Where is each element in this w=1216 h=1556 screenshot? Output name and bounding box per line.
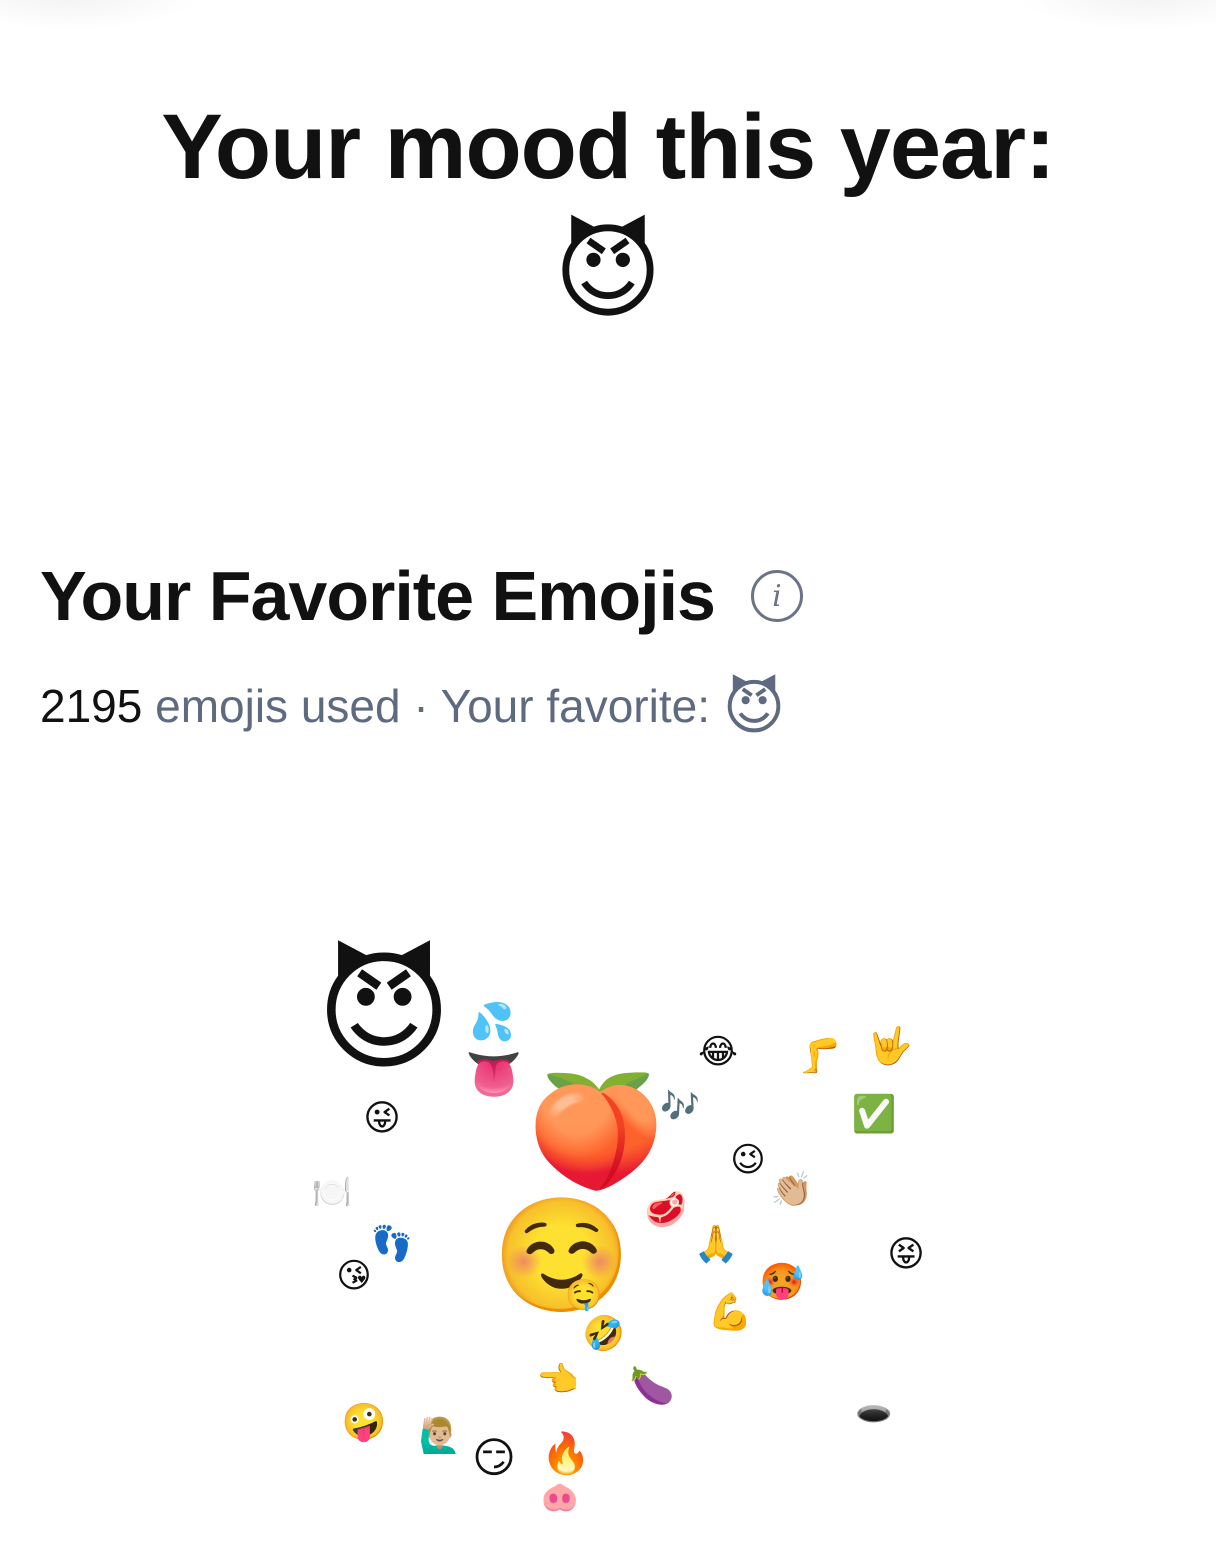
cloud-emoji: 🍑 [527, 1070, 665, 1193]
cloud-emoji: 🐽 [541, 1481, 579, 1514]
cloud-emoji: 🎶 [660, 1088, 700, 1124]
cloud-emoji: 💪 [707, 1291, 753, 1332]
cloud-emoji: 💦 [469, 1001, 515, 1042]
cloud-emoji: 🦵 [798, 1037, 842, 1075]
cloud-emoji: 😝 [887, 1233, 925, 1274]
cloud-emoji: 🥩 [644, 1191, 688, 1229]
cloud-emoji: 👣 [370, 1225, 414, 1263]
cloud-emoji: 👅 [465, 1048, 523, 1100]
cloud-emoji: 👏🏼 [770, 1171, 814, 1209]
cloud-emoji: 🕳️ [855, 1393, 893, 1426]
cloud-emoji: 😂 [698, 1033, 738, 1071]
emoji-cloud: 😈 💦 👅 😂 🦵 🤟 🍑 🎶 ✅ 😜 😉 👏🏼 🍽️ 🥩 👣 ☺️ 🤤 🙏 😝… [0, 0, 1216, 1556]
cloud-emoji: 🤣 [582, 1315, 626, 1353]
cloud-emoji: ✅ [851, 1093, 897, 1134]
cloud-emoji: 😜 [363, 1097, 401, 1138]
cloud-emoji: 🍽️ [312, 1174, 352, 1210]
cloud-emoji: 🔥 [541, 1432, 591, 1476]
cloud-emoji: 🥵 [759, 1261, 805, 1302]
cloud-emoji: 😘 [336, 1257, 372, 1295]
cloud-emoji: 🤪 [341, 1401, 387, 1442]
cloud-emoji: 😏 [472, 1434, 516, 1481]
cloud-emoji: 😉 [730, 1141, 766, 1179]
cloud-emoji: 🙏 [693, 1223, 739, 1264]
cloud-emoji: 🤟 [867, 1025, 913, 1066]
cloud-emoji: 👈 [536, 1361, 580, 1399]
cloud-emoji: 😈 [316, 939, 452, 1085]
cloud-emoji: ☺️ [492, 1193, 632, 1318]
cloud-emoji: 🙋🏼‍♂️ [418, 1417, 462, 1455]
cloud-emoji: 🤤 [565, 1279, 603, 1312]
cloud-emoji: 🍆 [629, 1365, 675, 1406]
